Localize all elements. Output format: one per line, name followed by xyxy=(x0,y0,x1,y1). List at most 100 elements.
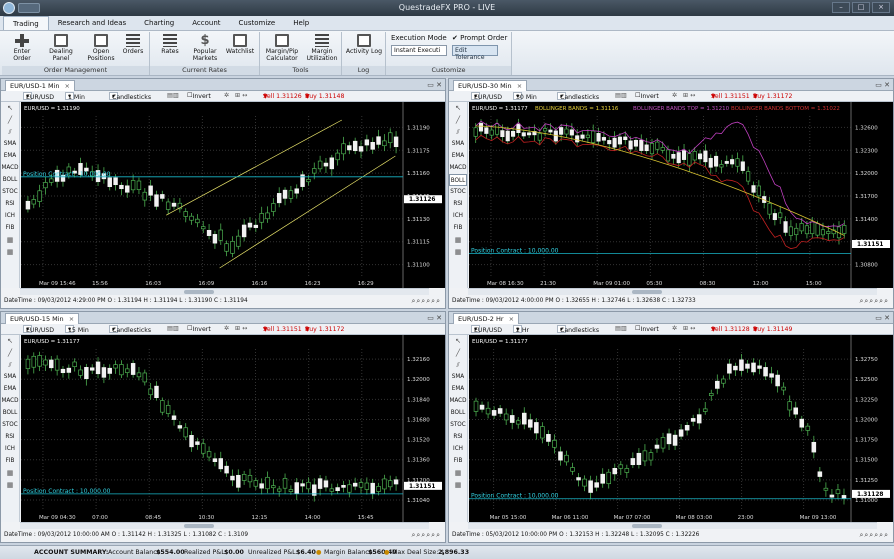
margin-pip-calculator-button[interactable]: Margin/Pip Calculator xyxy=(262,34,302,62)
invert-toggle[interactable]: ☐ Invert xyxy=(187,92,211,100)
window-controls[interactable]: ▭ ✕ xyxy=(875,314,890,322)
pointer-tool-icon[interactable]: ↖ xyxy=(449,335,467,347)
indicator-ema[interactable]: EMA xyxy=(1,150,19,162)
indicator-rsi[interactable]: RSI xyxy=(1,431,19,443)
channel-tool-icon[interactable]: ⫽ xyxy=(449,359,467,371)
indicator-fib[interactable]: FIB xyxy=(449,222,467,234)
chart-type-dropdown[interactable]: Candlesticks ▾ xyxy=(557,325,599,334)
crosshair-icon[interactable]: ⊞ ↔ xyxy=(683,325,695,332)
open-positions-button[interactable]: Open Positions xyxy=(84,34,118,62)
rates-button[interactable]: Rates xyxy=(156,34,184,55)
indicator-rsi[interactable]: RSI xyxy=(449,431,467,443)
gear-icon[interactable]: ✲ xyxy=(224,325,229,332)
chart-add-icon[interactable]: ▦ xyxy=(449,467,467,479)
gear-icon[interactable]: ✲ xyxy=(672,325,677,332)
indicator-ich[interactable]: ICH xyxy=(449,443,467,455)
horizontal-scrollbar[interactable] xyxy=(468,288,877,295)
indicator-ema[interactable]: EMA xyxy=(1,383,19,395)
dealing-panel-button[interactable]: Dealing Panel xyxy=(40,34,82,62)
indicator-sma[interactable]: SMA xyxy=(1,371,19,383)
chart-remove-icon[interactable]: ▦ xyxy=(1,246,19,258)
indicator-ich[interactable]: ICH xyxy=(1,210,19,222)
window-controls[interactable]: ▭ ✕ xyxy=(427,314,442,322)
crosshair-icon[interactable]: ⊞ ↔ xyxy=(235,92,247,99)
chart-type-dropdown[interactable]: Candlesticks ▾ xyxy=(109,325,151,334)
symbol-dropdown[interactable]: EUR/USD ▾ xyxy=(23,325,54,334)
chart-remove-icon[interactable]: ▦ xyxy=(449,246,467,258)
timeframe-dropdown[interactable]: 15 Min ▾ xyxy=(65,325,89,334)
line-tool-icon[interactable]: ╱ xyxy=(1,347,19,359)
execution-mode-select[interactable]: Instant Executi xyxy=(391,45,447,56)
indicator-macd[interactable]: MACD xyxy=(449,395,467,407)
horizontal-scrollbar[interactable] xyxy=(468,522,877,529)
chart-tab[interactable]: EUR/USD-15 Min × xyxy=(5,313,80,324)
pointer-tool-icon[interactable]: ↖ xyxy=(1,102,19,114)
zoom-controls-icon[interactable]: ⌕⌕⌕⌕⌕⌕ xyxy=(411,297,441,306)
price-chart[interactable]: 1.32750 1.32500 1.32250 1.32000 1.31750 1.315… xyxy=(469,335,893,522)
symbol-dropdown[interactable]: EUR/USD ▾ xyxy=(471,325,502,334)
scroll-thumb[interactable] xyxy=(631,290,662,294)
indicator-boll[interactable]: BOLL xyxy=(449,174,467,186)
crosshair-icon[interactable]: ⊞ ↔ xyxy=(683,92,695,99)
invert-toggle[interactable]: ☐ Invert xyxy=(635,92,659,100)
menu-help[interactable]: Help xyxy=(284,16,318,30)
scroll-thumb[interactable] xyxy=(183,524,214,528)
indicator-fib[interactable]: FIB xyxy=(1,455,19,467)
indicator-boll[interactable]: BOLL xyxy=(449,407,467,419)
window-controls[interactable]: ▭ ✕ xyxy=(875,81,890,89)
indicator-rsi[interactable]: RSI xyxy=(1,198,19,210)
chart-add-icon[interactable]: ▦ xyxy=(449,234,467,246)
menu-charting[interactable]: Charting xyxy=(135,16,183,30)
channel-tool-icon[interactable]: ⫽ xyxy=(449,126,467,138)
indicator-ema[interactable]: EMA xyxy=(449,150,467,162)
pointer-tool-icon[interactable]: ↖ xyxy=(449,102,467,114)
line-tool-icon[interactable]: ╱ xyxy=(449,347,467,359)
chart-style-icon[interactable]: ▤▥ xyxy=(615,92,627,99)
zoom-controls-icon[interactable]: ⌕⌕⌕⌕⌕⌕ xyxy=(859,531,889,540)
horizontal-scrollbar[interactable] xyxy=(20,288,429,295)
watchlist-button[interactable]: Watchlist xyxy=(224,34,256,55)
chart-tab[interactable]: EUR/USD-2 Hr × xyxy=(453,313,520,324)
activity-log-button[interactable]: Activity Log xyxy=(344,34,384,55)
margin-utilization-button[interactable]: Margin Utilization xyxy=(304,34,340,62)
line-tool-icon[interactable]: ╱ xyxy=(449,114,467,126)
indicator-ich[interactable]: ICH xyxy=(449,210,467,222)
timeframe-dropdown[interactable]: 30 Min ▾ xyxy=(513,92,537,101)
channel-tool-icon[interactable]: ⫽ xyxy=(1,126,19,138)
chart-add-icon[interactable]: ▦ xyxy=(1,467,19,479)
crosshair-icon[interactable]: ⊞ ↔ xyxy=(235,325,247,332)
zoom-controls-icon[interactable]: ⌕⌕⌕⌕⌕⌕ xyxy=(411,531,441,540)
chart-add-icon[interactable]: ▦ xyxy=(1,234,19,246)
close-tab-icon[interactable]: × xyxy=(509,315,514,323)
minimize-button[interactable]: – xyxy=(832,2,850,13)
line-tool-icon[interactable]: ╱ xyxy=(1,114,19,126)
indicator-sma[interactable]: SMA xyxy=(1,138,19,150)
chart-style-icon[interactable]: ▤▥ xyxy=(167,325,179,332)
menu-customize[interactable]: Customize xyxy=(230,16,285,30)
indicator-boll[interactable]: BOLL xyxy=(1,407,19,419)
chart-tab[interactable]: EUR/USD-1 Min × xyxy=(5,80,75,91)
indicator-rsi[interactable]: RSI xyxy=(449,198,467,210)
chart-tab[interactable]: EUR/USD-30 Min × xyxy=(453,80,528,91)
gear-icon[interactable]: ✲ xyxy=(224,92,229,99)
indicator-ich[interactable]: ICH xyxy=(1,443,19,455)
gear-icon[interactable]: ✲ xyxy=(672,92,677,99)
timeframe-dropdown[interactable]: 1 Min ▾ xyxy=(65,92,85,101)
close-tab-icon[interactable]: × xyxy=(69,315,74,323)
menu-account[interactable]: Account xyxy=(183,16,229,30)
scroll-thumb[interactable] xyxy=(183,290,214,294)
pointer-tool-icon[interactable]: ↖ xyxy=(1,335,19,347)
indicator-stoc[interactable]: STOC xyxy=(1,419,19,431)
indicator-macd[interactable]: MACD xyxy=(1,395,19,407)
prompt-order-checkbox[interactable]: ✔ Prompt Order xyxy=(452,34,510,42)
indicator-stoc[interactable]: STOC xyxy=(449,419,467,431)
indicator-boll[interactable]: BOLL xyxy=(1,174,19,186)
indicator-macd[interactable]: MACD xyxy=(1,162,19,174)
indicator-sma[interactable]: SMA xyxy=(449,138,467,150)
indicator-ema[interactable]: EMA xyxy=(449,383,467,395)
chart-type-dropdown[interactable]: Candlesticks ▾ xyxy=(557,92,599,101)
price-chart[interactable]: 1.32160 1.32000 1.31840 1.31680 1.31520 1.313… xyxy=(21,335,445,522)
menu-trading[interactable]: Trading xyxy=(3,16,49,30)
edit-tolerance-button[interactable]: Edit Tolerance xyxy=(452,45,498,61)
indicator-stoc[interactable]: STOC xyxy=(449,186,467,198)
